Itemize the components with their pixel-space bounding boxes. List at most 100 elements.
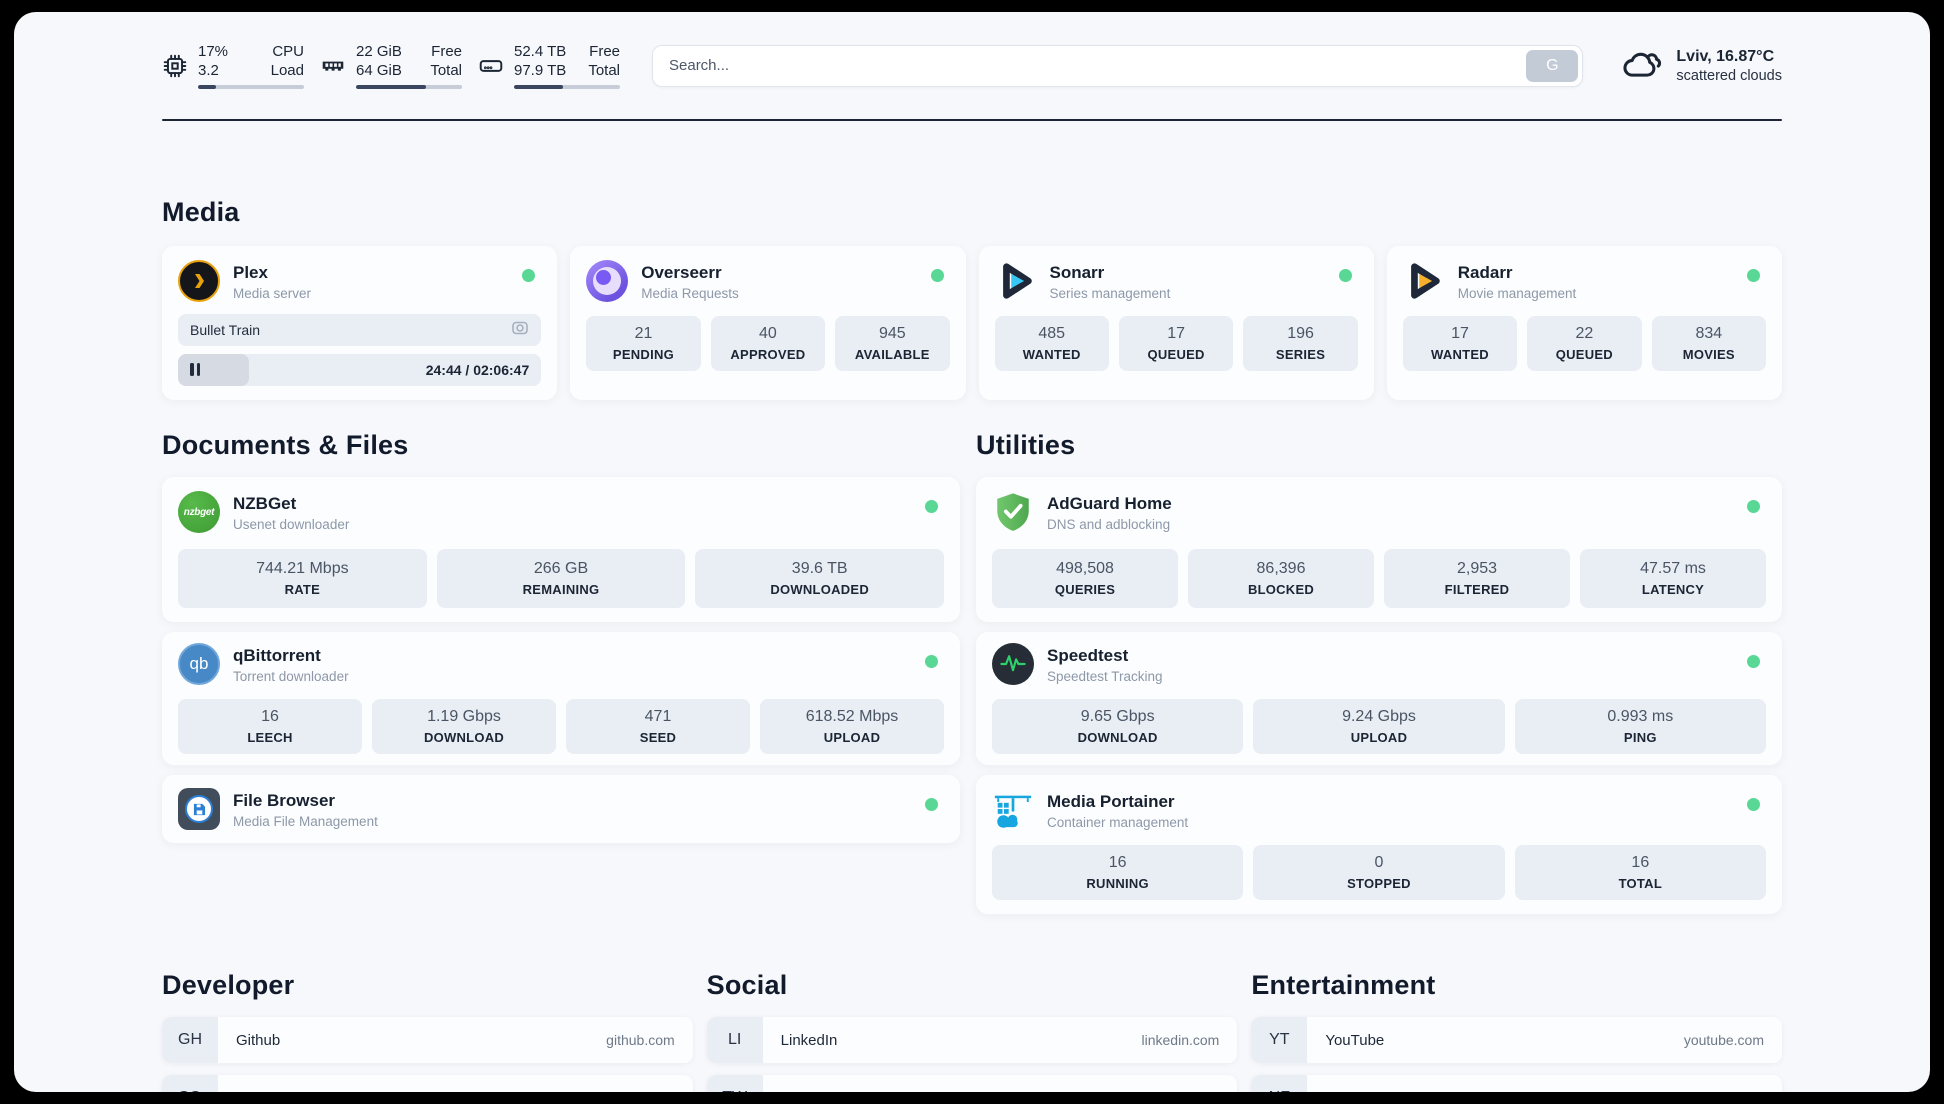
stat-value: 9.24 Gbps [1342, 708, 1416, 725]
cpu-progress-fill [198, 85, 217, 89]
app-card-radarr[interactable]: Radarr Movie management 17 WANTED 22 QUE… [1386, 246, 1782, 400]
stat-box: 0.993 ms PING [1514, 699, 1766, 754]
cpu-load-value: 3.2 [198, 62, 219, 79]
section-title-social: Social [706, 970, 788, 1000]
section-title-developer: Developer [162, 970, 295, 1000]
pause-icon [190, 363, 200, 376]
disk-icon [478, 53, 504, 79]
app-name: NZBGet [233, 493, 297, 513]
stat-label: LEECH [247, 730, 293, 745]
link-url: youtube.com [1683, 1032, 1764, 1048]
app-card-speedtest[interactable]: Speedtest Speedtest Tracking 9.65 Gbps D… [976, 632, 1782, 765]
media-grid: Plex Media server Bullet Train 24:44 / 0… [162, 246, 1782, 400]
app-card-qbittorrent[interactable]: qb qBittorrent Torrent downloader 16 LEE… [162, 632, 960, 765]
stat-label: UPLOAD [1350, 730, 1408, 745]
stat-value: 17 [1451, 325, 1469, 342]
section-title-media: Media [162, 197, 240, 227]
stat-box: 266 GB REMAINING [436, 549, 686, 608]
stat-label: QUERIES [1054, 582, 1116, 597]
app-card-adguard[interactable]: AdGuard Home DNS and adblocking 498,508 … [976, 477, 1782, 622]
app-card-overseerr[interactable]: Overseerr Media Requests 21 PENDING 40 A… [570, 246, 966, 400]
cpu-resource: 17% CPU 3.2 Load [162, 42, 304, 89]
app-subtitle: Media server [233, 285, 312, 301]
ram-icon [320, 53, 346, 79]
top-bar: 17% CPU 3.2 Load 22 GiB Free 64 GiB Tota… [162, 12, 1782, 89]
stat-value: 0.993 ms [1607, 708, 1674, 725]
cpu-progress-bar [198, 85, 304, 89]
radarr-icon [1403, 260, 1445, 302]
stat-value: 16 [1108, 854, 1127, 871]
screenshot-icon [511, 319, 529, 342]
disk-free-label: Free [589, 43, 620, 60]
stat-box: 9.65 Gbps DOWNLOAD [992, 699, 1244, 754]
app-subtitle: Movie management [1457, 285, 1577, 301]
app-name: Media Portainer [1047, 791, 1175, 811]
status-dot [1747, 500, 1760, 513]
link-url: netflix.com [1697, 1090, 1764, 1092]
stat-value: 471 [644, 708, 672, 725]
section-title-utilities: Utilities [976, 430, 1076, 460]
app-subtitle: Torrent downloader [233, 668, 349, 684]
stat-box: 21 PENDING [586, 316, 701, 371]
stat-label: LATENCY [1641, 582, 1705, 597]
status-dot [925, 500, 938, 513]
status-dot [1747, 655, 1760, 668]
app-card-plex[interactable]: Plex Media server Bullet Train 24:44 / 0… [162, 246, 558, 400]
stat-label: DOWNLOADED [770, 582, 869, 597]
stat-value: 39.6 TB [791, 560, 848, 577]
stat-box: 39.6 TB DOWNLOADED [695, 549, 945, 608]
stat-value: 266 GB [533, 560, 589, 577]
disk-total-label: Total [588, 62, 620, 79]
stat-label: MOVIES [1682, 347, 1735, 362]
search-bar: G [652, 44, 1584, 87]
app-card-sonarr[interactable]: Sonarr Series management 485 WANTED 17 Q… [978, 246, 1374, 400]
stat-value: 498,508 [1056, 560, 1114, 577]
link-name: Netflix [1325, 1090, 1367, 1093]
weather-widget[interactable]: Lviv, 16.87°C scattered clouds [1621, 45, 1782, 86]
link-abbr: TW [706, 1075, 763, 1092]
cpu-label: CPU [272, 43, 304, 60]
link-row-github[interactable]: GH Github github.com [162, 1017, 693, 1063]
sonarr-icon [995, 260, 1037, 302]
status-dot [1338, 269, 1352, 282]
link-row-youtube[interactable]: YT YouTube youtube.com [1251, 1017, 1782, 1063]
utilities-column: Utilities AdGuard Home DNS and adblockin… [976, 400, 1782, 924]
search-input[interactable] [652, 44, 1584, 87]
app-subtitle: Series management [1049, 285, 1171, 301]
stat-label: RUNNING [1086, 876, 1149, 891]
stat-label: WANTED [1431, 347, 1489, 362]
cpu-usage-value: 17% [198, 43, 229, 60]
stat-label: TOTAL [1618, 876, 1663, 891]
disk-resource: 52.4 TB Free 97.9 TB Total [478, 42, 620, 89]
stat-box: 47.57 ms LATENCY [1580, 549, 1766, 608]
link-row-linkedin[interactable]: LI LinkedIn linkedin.com [706, 1017, 1238, 1063]
stat-box: 16 TOTAL [1514, 845, 1766, 900]
stat-value: 196 [1287, 325, 1314, 342]
stat-box: 17 QUEUED [1118, 316, 1234, 371]
disk-progress-fill [514, 85, 563, 89]
playback-progress: 24:44 / 02:06:47 [178, 354, 542, 386]
stat-value: 86,396 [1256, 560, 1306, 577]
link-name: YouTube [1325, 1031, 1385, 1049]
weather-condition: scattered clouds [1676, 67, 1782, 84]
status-dot [925, 655, 938, 668]
stat-box: 196 SERIES [1243, 316, 1358, 371]
stat-value: 40 [758, 325, 777, 342]
stat-label: DOWNLOAD [423, 730, 505, 745]
playback-time: 24:44 / 02:06:47 [425, 362, 530, 378]
stat-value: 9.65 Gbps [1080, 708, 1155, 725]
link-row-twitter[interactable]: TW Twitter twitter.com [706, 1075, 1238, 1092]
link-row-netflix[interactable]: NF Netflix netflix.com [1251, 1075, 1782, 1092]
link-row-stackoverflow[interactable]: SO StackOverflow stackoverflow.com [162, 1075, 693, 1092]
stat-box: 1.19 Gbps DOWNLOAD [372, 699, 556, 754]
stat-value: 22 [1575, 325, 1594, 342]
app-card-nzbget[interactable]: nzbget NZBGet Usenet downloader 744.21 M… [162, 477, 960, 622]
app-card-portainer[interactable]: Media Portainer Container management 16 … [976, 775, 1782, 914]
search-engine-button[interactable]: G [1526, 49, 1579, 82]
link-name: StackOverflow [236, 1090, 333, 1093]
stat-value: 0 [1374, 854, 1384, 871]
app-card-filebrowser[interactable]: File Browser Media File Management [162, 775, 960, 843]
app-name: Plex [233, 262, 268, 282]
ram-resource: 22 GiB Free 64 GiB Total [320, 42, 462, 89]
stat-box: 2,953 FILTERED [1384, 549, 1570, 608]
